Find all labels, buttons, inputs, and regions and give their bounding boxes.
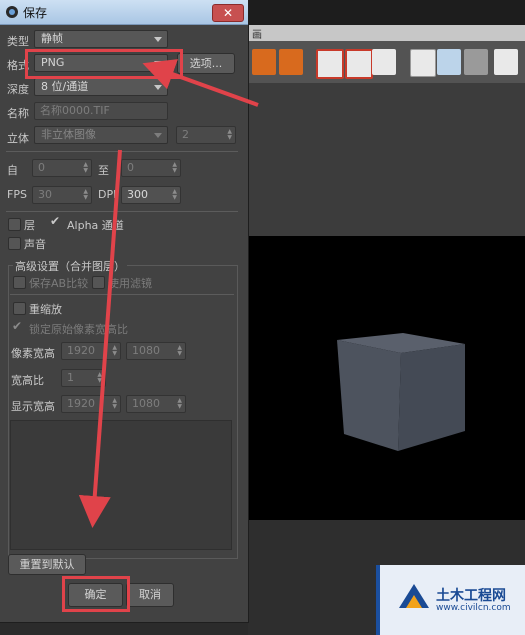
annotation-arrows	[78, 59, 259, 528]
arrow-to-format	[142, 59, 259, 107]
arrow-to-ok	[78, 149, 122, 528]
